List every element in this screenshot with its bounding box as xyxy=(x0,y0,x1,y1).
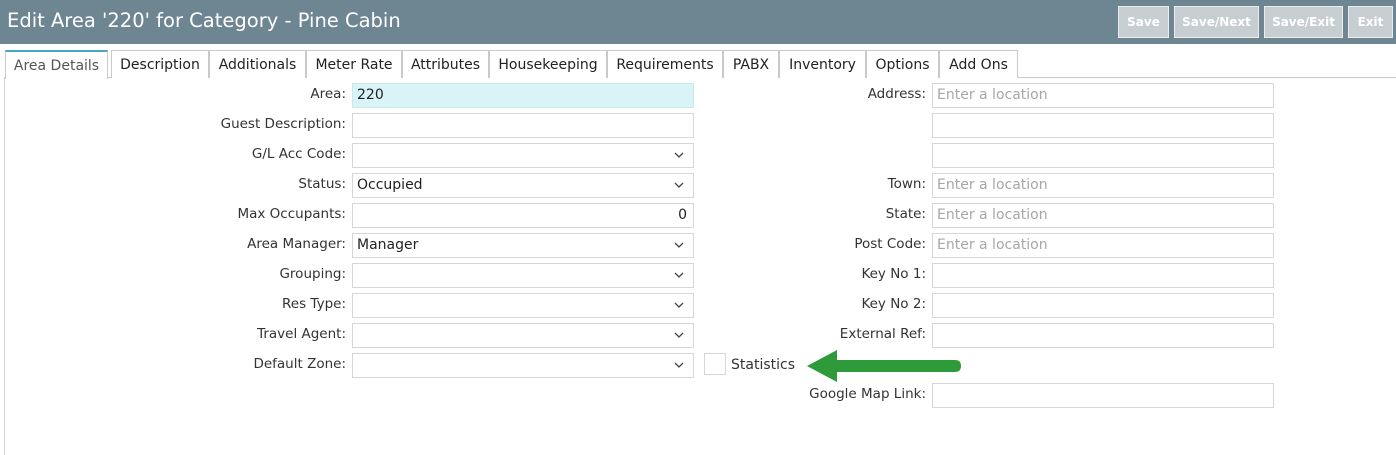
address-line-2-input[interactable] xyxy=(932,113,1274,138)
chevron-down-icon xyxy=(674,362,684,368)
travel-agent-label: Travel Agent: xyxy=(257,326,346,342)
arrow-left-icon xyxy=(807,350,961,382)
tab-attributes[interactable]: Attributes xyxy=(402,50,489,78)
area-label: Area: xyxy=(310,86,346,102)
address-line-3-input[interactable] xyxy=(932,143,1274,168)
guest-description-input[interactable] xyxy=(352,113,694,138)
chevron-down-icon xyxy=(674,302,684,308)
max-occupants-input[interactable]: 0 xyxy=(352,203,694,228)
post-code-input[interactable]: Enter a location xyxy=(932,233,1274,258)
key-no-1-input[interactable] xyxy=(932,263,1274,288)
tab-description[interactable]: Description xyxy=(111,50,209,78)
area-input[interactable]: 220 xyxy=(352,83,694,108)
external-ref-input[interactable] xyxy=(932,323,1274,348)
tab-inventory[interactable]: Inventory xyxy=(779,50,866,78)
address-line-1-input[interactable]: Enter a location xyxy=(932,83,1274,108)
key-no-1-label: Key No 1: xyxy=(861,266,926,282)
google-map-link-label: Google Map Link: xyxy=(809,386,926,402)
tab-requirements[interactable]: Requirements xyxy=(607,50,723,78)
default-zone-label: Default Zone: xyxy=(253,356,346,372)
chevron-down-icon xyxy=(674,152,684,158)
tab-add-ons[interactable]: Add Ons xyxy=(939,50,1018,78)
save-button[interactable]: Save xyxy=(1118,6,1169,38)
tab-options[interactable]: Options xyxy=(866,50,939,78)
gl-acc-code-select[interactable] xyxy=(352,143,694,168)
tab-housekeeping[interactable]: Housekeeping xyxy=(489,50,607,78)
travel-agent-select[interactable] xyxy=(352,323,694,348)
default-zone-select[interactable] xyxy=(352,353,694,378)
gl-acc-code-label: G/L Acc Code: xyxy=(251,146,346,162)
chevron-down-icon xyxy=(674,272,684,278)
area-manager-value: Manager xyxy=(357,237,419,253)
chevron-down-icon xyxy=(674,182,684,188)
statistics-label: Statistics xyxy=(731,357,795,373)
status-value: Occupied xyxy=(357,177,423,193)
status-select[interactable]: Occupied xyxy=(352,173,694,198)
statistics-checkbox[interactable] xyxy=(704,353,726,375)
tab-additionals[interactable]: Additionals xyxy=(209,50,306,78)
max-occupants-label: Max Occupants: xyxy=(237,206,346,222)
external-ref-label: External Ref: xyxy=(839,326,926,342)
save-next-button[interactable]: Save/Next xyxy=(1174,6,1259,38)
res-type-label: Res Type: xyxy=(282,296,346,312)
grouping-select[interactable] xyxy=(352,263,694,288)
save-exit-button[interactable]: Save/Exit xyxy=(1264,6,1343,38)
chevron-down-icon xyxy=(674,242,684,248)
status-label: Status: xyxy=(298,176,346,192)
grouping-label: Grouping: xyxy=(279,266,346,282)
area-manager-select[interactable]: Manager xyxy=(352,233,694,258)
google-map-link-input[interactable] xyxy=(932,383,1274,408)
res-type-select[interactable] xyxy=(352,293,694,318)
tab-area-details[interactable]: Area Details xyxy=(5,50,108,79)
key-no-2-input[interactable] xyxy=(932,293,1274,318)
title-bar: Edit Area '220' for Category - Pine Cabi… xyxy=(0,0,1396,44)
town-input[interactable]: Enter a location xyxy=(932,173,1274,198)
chevron-down-icon xyxy=(674,332,684,338)
tab-pabx[interactable]: PABX xyxy=(723,50,779,78)
state-input[interactable]: Enter a location xyxy=(932,203,1274,228)
guest-description-label: Guest Description: xyxy=(220,116,346,132)
area-manager-label: Area Manager: xyxy=(247,236,346,252)
address-label: Address: xyxy=(867,86,926,102)
post-code-label: Post Code: xyxy=(854,236,926,252)
key-no-2-label: Key No 2: xyxy=(861,296,926,312)
tab-meter-rate[interactable]: Meter Rate xyxy=(306,50,402,78)
exit-button[interactable]: Exit xyxy=(1348,6,1393,38)
town-label: Town: xyxy=(887,176,926,192)
state-label: State: xyxy=(885,206,926,222)
page-title: Edit Area '220' for Category - Pine Cabi… xyxy=(7,9,401,32)
